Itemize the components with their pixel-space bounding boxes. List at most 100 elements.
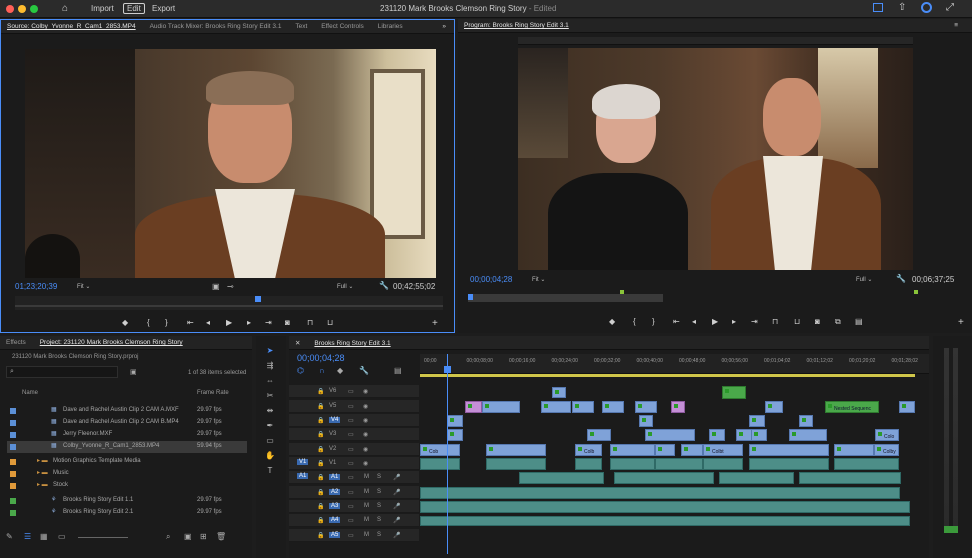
tab-import[interactable]: Import [88,3,117,14]
program-play-icon[interactable]: ▶ [712,317,718,326]
vr-icon[interactable]: ▤ [855,317,863,326]
tab-sequence[interactable]: Brooks Ring Story Edit 3.1 [308,337,396,347]
eye-icon[interactable]: ◉ [363,388,368,395]
video-clip[interactable] [789,429,827,441]
tab-export[interactable]: Export [149,3,178,14]
program-step-forward-icon[interactable]: ▸ [732,317,736,326]
video-clip[interactable] [834,444,874,456]
program-timecode[interactable]: 00;00;04;28 [470,275,512,284]
lock-icon[interactable]: 🔒 [317,532,324,539]
source-patch-audio[interactable]: A1 [297,473,309,479]
program-marker[interactable] [620,290,624,294]
video-track-header[interactable]: V5 🔒 ▭ ◉ [289,400,419,413]
home-icon[interactable]: ⌂ [62,3,68,14]
video-clip[interactable] [447,415,463,427]
audio-clip[interactable] [799,472,901,484]
audio-clip[interactable] [719,472,794,484]
ripple-edit-tool-icon[interactable]: ⇔ [264,376,276,388]
lock-icon[interactable]: 🔒 [317,489,324,496]
camera-icon[interactable]: ◙ [285,318,290,327]
source-fit-select[interactable]: Fit ⌄ [77,283,90,290]
panel-overflow-icon[interactable]: » [436,20,452,30]
audio-track-header[interactable]: A5 🔒 ▭ M S 🎤 [289,529,419,542]
label-color-swatch[interactable] [10,483,16,489]
program-menu-icon[interactable]: ≡ [948,19,964,29]
audio-clip[interactable] [486,458,546,470]
project-search-input[interactable]: ⌕ [6,366,118,378]
track-label[interactable]: A4 [329,517,341,523]
label-color-swatch[interactable] [10,471,16,477]
mute-button[interactable]: M [364,517,369,523]
play-icon[interactable]: ▶ [226,318,232,327]
pencil-icon[interactable]: ✎ [6,532,13,541]
video-clip[interactable] [645,429,695,441]
track-select-tool-icon[interactable]: ⇶ [264,361,276,373]
source-scrubber[interactable] [15,296,443,310]
program-add-marker-icon[interactable]: ◆ [609,317,615,326]
lock-icon[interactable]: 🔒 [317,403,324,410]
project-item[interactable]: ▦ Colby_Yvonne_R_Cam1_2853.MP4 59.94 fps [7,441,247,453]
video-clip[interactable] [799,415,813,427]
find-icon[interactable]: ⌕ [166,532,170,542]
sync-lock-icon[interactable]: ▭ [348,474,354,481]
sync-lock-icon[interactable]: ▭ [348,532,354,539]
tab-text[interactable]: Text [289,20,313,30]
source-insert-icon[interactable]: ▣ [212,282,220,291]
video-track-header[interactable]: V1 V1 🔒 ▭ ◉ [289,457,419,470]
tab-edit[interactable]: Edit [123,3,145,14]
tab-effects[interactable]: Effects [0,336,32,346]
audio-track-header[interactable]: A2 🔒 ▭ M S 🎤 [289,486,419,499]
linked-selection-icon[interactable]: ∩ [319,366,325,375]
source-quality-select[interactable]: Full ⌄ [337,283,353,290]
lock-icon[interactable]: 🔒 [317,503,324,510]
progress-icon[interactable] [921,2,932,13]
sync-lock-icon[interactable]: ▭ [348,489,354,496]
extract-icon[interactable]: ⊔ [794,317,800,326]
video-clip[interactable] [587,429,611,441]
audio-clip[interactable] [610,458,655,470]
project-item[interactable]: ▦ Dave and Rachel Austin Clip 2 CAM B.MP4… [7,417,247,429]
sync-lock-icon[interactable]: ▭ [348,403,354,410]
sync-lock-icon[interactable]: ▭ [348,517,354,524]
share-icon[interactable]: ⇧ [898,2,906,13]
track-label[interactable]: A3 [329,503,341,509]
voiceover-icon[interactable]: 🎤 [393,503,400,510]
audio-track-header[interactable]: A1 A1 🔒 ▭ M S 🎤 [289,471,419,484]
program-go-to-in-icon[interactable]: ⇤ [673,317,680,326]
voiceover-icon[interactable]: 🎤 [393,532,400,539]
tab-program[interactable]: Program: Brooks Ring Story Edit 3.1 [458,19,575,29]
track-label[interactable]: A1 [329,474,341,480]
razor-tool-icon[interactable]: ✂ [264,391,276,403]
video-clip[interactable] [709,429,725,441]
audio-clip[interactable] [703,458,743,470]
label-color-swatch[interactable] [10,498,16,504]
insert-icon[interactable]: ⊓ [307,318,313,327]
lock-icon[interactable]: 🔒 [317,460,324,467]
video-clip[interactable] [572,401,594,413]
video-track-header[interactable]: V3 🔒 ▭ ◉ [289,428,419,441]
work-area-bar[interactable] [420,374,915,377]
timeline-timecode[interactable]: 00;00;04;28 [297,353,345,363]
source-patch-video[interactable]: V1 [297,459,309,465]
slip-tool-icon[interactable]: ⇹ [264,406,276,418]
mute-button[interactable]: M [364,474,369,480]
program-camera-icon[interactable]: ◙ [815,317,820,326]
step-back-icon[interactable]: ◂ [206,318,210,327]
audio-clip[interactable] [834,458,899,470]
type-tool-icon[interactable]: T [264,466,276,478]
voiceover-icon[interactable]: 🎤 [393,517,400,524]
video-clip[interactable] [749,415,765,427]
sync-lock-icon[interactable]: ▭ [348,417,354,424]
video-clip[interactable]: Cob [420,444,460,456]
tab-source[interactable]: Source: Colby_Yvonne_R_Cam1_2853.MP4 [1,20,142,30]
new-bin-bottom-icon[interactable]: ▣ [184,532,192,541]
program-step-back-icon[interactable]: ◂ [692,317,696,326]
eye-icon[interactable]: ◉ [363,446,368,453]
track-label[interactable]: V2 [329,446,336,452]
solo-button[interactable]: S [377,474,381,480]
sync-lock-icon[interactable]: ▭ [348,503,354,510]
project-item[interactable]: ⚘ Brooks Ring Story Edit 1.1 29.97 fps [7,495,247,507]
step-forward-icon[interactable]: ▸ [247,318,251,327]
hand-tool-icon[interactable]: ✋ [264,451,276,463]
video-clip[interactable] [610,444,655,456]
